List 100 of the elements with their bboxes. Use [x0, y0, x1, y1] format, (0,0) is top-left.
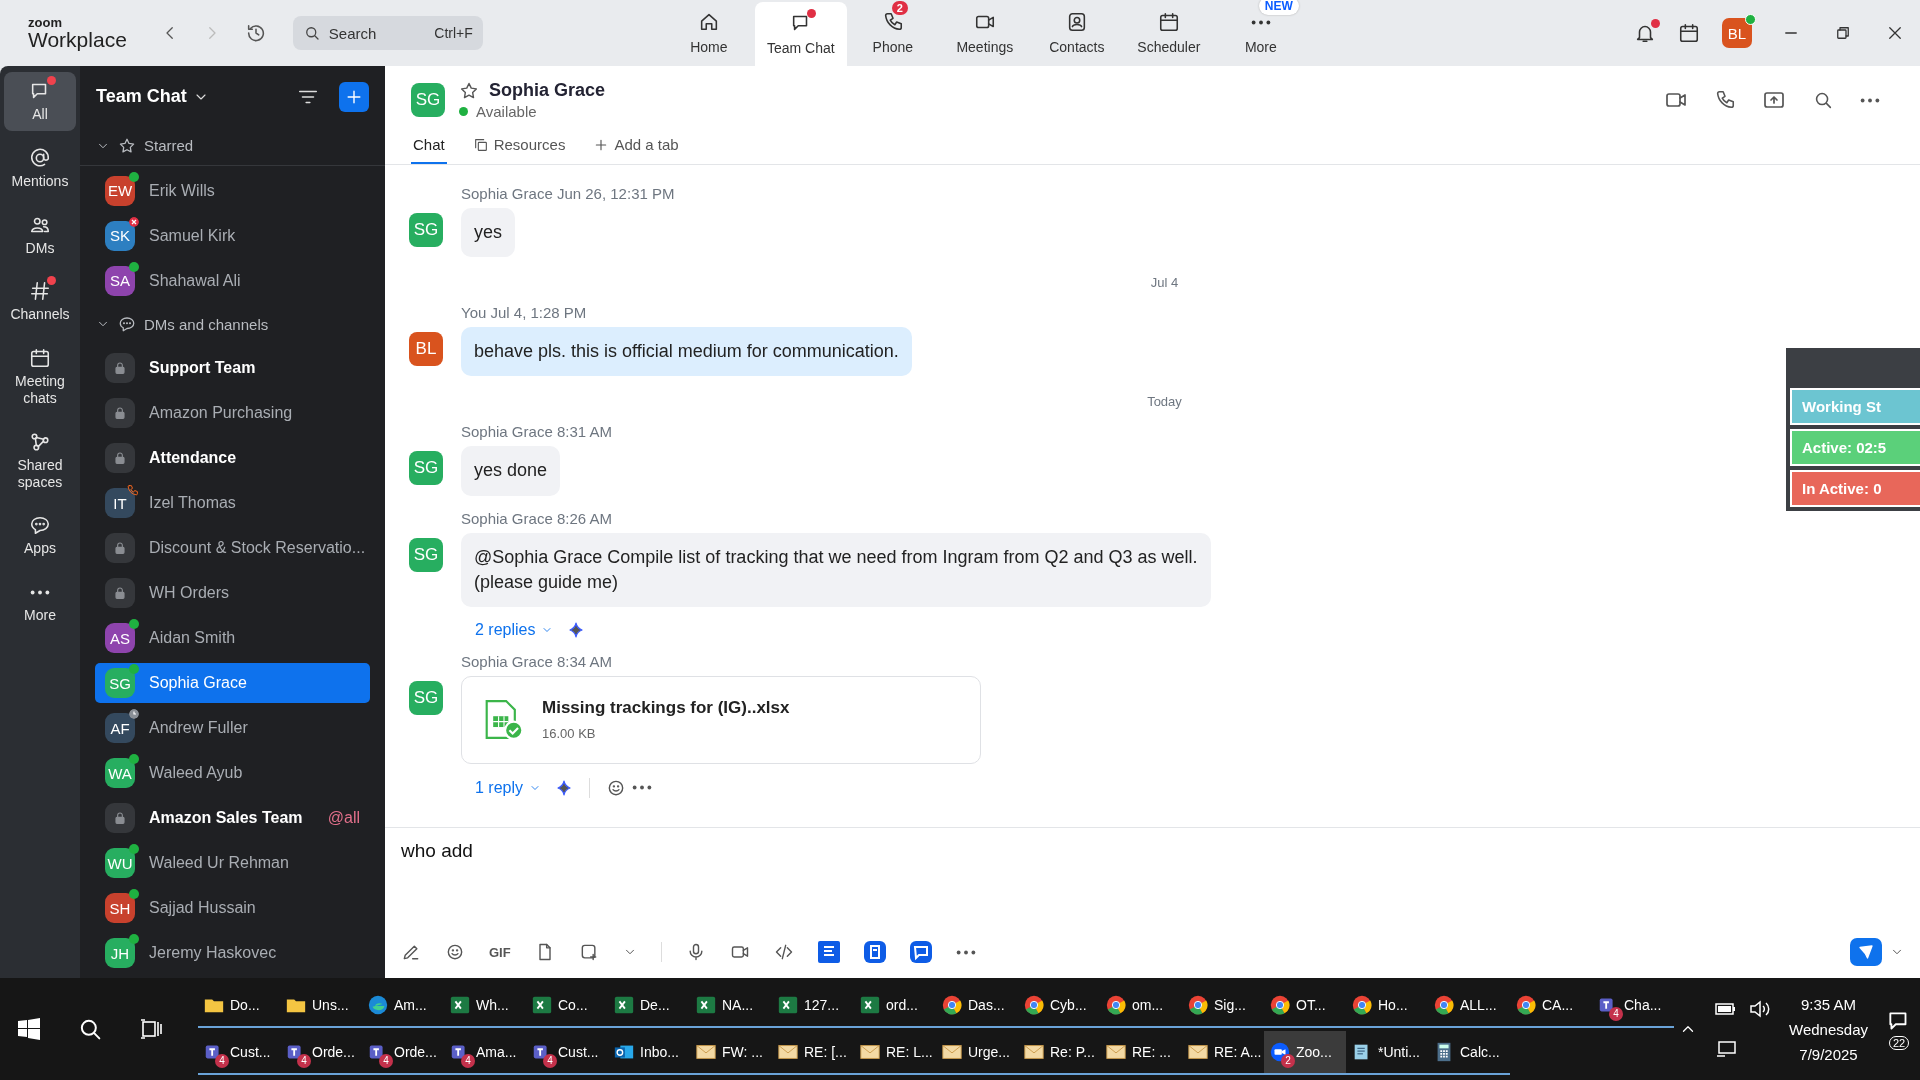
code-icon[interactable] [773, 942, 794, 962]
taskbar-app[interactable]: NA... [690, 983, 772, 1028]
rail-item[interactable]: Apps [4, 506, 76, 566]
conversation-item[interactable]: Attendance [95, 438, 370, 478]
taskbar-app[interactable]: *Unti... [1346, 1030, 1428, 1075]
rail-item[interactable]: Meeting chats [4, 339, 76, 415]
taskbar-app[interactable]: 4 Orde... [280, 1030, 362, 1075]
replies-link[interactable]: 1 reply [475, 778, 524, 797]
replies-link[interactable]: 2 replies [475, 620, 536, 639]
conversation-item[interactable]: WA Waleed Ayub [95, 753, 370, 793]
chat-tab[interactable]: Chat [411, 130, 447, 164]
more-icon[interactable] [1860, 97, 1880, 103]
conversation-item[interactable]: JH Jeremy Haskovec [95, 933, 370, 973]
section-header[interactable]: Starred [80, 127, 385, 166]
conversation-item[interactable]: SK Samuel Kirk [95, 215, 370, 256]
taskbar-app[interactable]: FW: ... [690, 1030, 772, 1075]
taskbar-app[interactable]: ALL... [1428, 983, 1510, 1028]
app-icon[interactable] [817, 941, 840, 963]
taskbar-app[interactable]: 2 Zoo... [1264, 1030, 1346, 1075]
taskbar-app[interactable]: Re: P... [1018, 1030, 1100, 1075]
send-button[interactable] [1850, 938, 1882, 966]
taskbar-app[interactable]: Urge... [936, 1030, 1018, 1075]
conversation-item[interactable]: WU Waleed Ur Rehman [95, 843, 370, 883]
conversation-item[interactable]: WH Orders [95, 573, 370, 613]
taskbar-app[interactable]: Uns... [280, 983, 362, 1028]
nav-tab[interactable]: Home [662, 0, 755, 66]
taskbar-app[interactable]: De... [608, 983, 690, 1028]
conversation-item[interactable]: AF Andrew Fuller [95, 708, 370, 748]
conversation-item[interactable]: SA Shahawal Ali [95, 260, 370, 301]
taskbar-app[interactable]: Do... [198, 983, 280, 1028]
calendar-icon[interactable] [1678, 22, 1700, 44]
format-icon[interactable] [401, 942, 421, 962]
taskbar-app[interactable]: CA... [1510, 983, 1592, 1028]
more-icon[interactable] [955, 949, 976, 955]
taskbar-app[interactable]: RE: [... [772, 1030, 854, 1075]
nav-tab[interactable]: 2 Phone [846, 0, 939, 66]
gif-button[interactable]: GIF [489, 944, 511, 960]
taskbar-app[interactable]: Am... [362, 983, 444, 1028]
nav-tab[interactable]: Scheduler [1122, 0, 1215, 66]
taskbar-app[interactable]: 4 Cust... [198, 1030, 280, 1075]
new-chat-button[interactable] [339, 81, 369, 112]
taskbar-app[interactable]: Ho... [1346, 983, 1428, 1028]
count-badge: 4 [543, 1053, 557, 1068]
section-header[interactable]: DMs and channels [80, 305, 385, 343]
rail-item[interactable]: All [4, 72, 76, 131]
battery-icon[interactable] [1715, 1000, 1738, 1018]
conversation-item[interactable]: Amazon Sales Team @all [95, 798, 370, 838]
rail-item[interactable]: More [4, 573, 76, 632]
taskbar-app[interactable]: Sig... [1182, 983, 1264, 1028]
taskbar-app[interactable]: Calc... [1428, 1030, 1510, 1075]
taskbar-app[interactable]: Co... [526, 983, 608, 1028]
conversation-item[interactable]: AS Aidan Smith [95, 618, 370, 658]
chat-tab[interactable]: Resources [470, 130, 568, 164]
conversation-item[interactable]: Support Team [95, 348, 370, 388]
app-icon[interactable] [863, 941, 886, 963]
phone-call-icon[interactable] [1714, 89, 1736, 111]
rail-item[interactable]: DMs [4, 205, 76, 265]
speaker-icon[interactable] [1749, 1000, 1772, 1018]
taskbar-app[interactable]: 4 Orde... [362, 1030, 444, 1075]
nav-tab[interactable]: Contacts [1030, 0, 1123, 66]
network-icon[interactable] [1715, 1040, 1738, 1058]
taskbar-app[interactable]: RE: L... [854, 1030, 936, 1075]
taskbar-app[interactable]: 4 Cha... [1592, 983, 1674, 1028]
taskbar-app[interactable]: Cyb... [1018, 983, 1100, 1028]
conversation-item[interactable]: SG Sophia Grace [95, 663, 370, 703]
chat-tab[interactable]: Add a tab [591, 130, 681, 164]
favorite-star-icon[interactable] [459, 80, 479, 101]
conversation-item[interactable]: Amazon Purchasing [95, 393, 370, 433]
windows-start-icon[interactable] [18, 1018, 40, 1040]
taskbar-app[interactable]: OT... [1264, 983, 1346, 1028]
rail-item[interactable]: Shared spaces [4, 422, 76, 499]
taskbar-app[interactable]: 4 Cust... [526, 1030, 608, 1075]
taskbar-app[interactable]: om... [1100, 983, 1182, 1028]
close-button[interactable] [1886, 24, 1904, 42]
taskbar-app[interactable]: 4 Ama... [444, 1030, 526, 1075]
file-card[interactable]: Missing trackings for (IG)..xlsx 16.00 KB [461, 675, 981, 764]
status-label: Active: 02:5 [1790, 429, 1920, 466]
emoji-icon[interactable] [445, 942, 465, 962]
rail-item[interactable]: Channels [4, 272, 76, 332]
taskbar-app[interactable]: 127... [772, 983, 854, 1028]
taskbar-app[interactable]: Das... [936, 983, 1018, 1028]
nav-tab[interactable]: Meetings [938, 0, 1031, 66]
taskbar-app[interactable]: Wh... [444, 983, 526, 1028]
conversation-item[interactable]: EW Erik Wills [95, 170, 370, 211]
nav-tab[interactable]: NEW More [1214, 0, 1307, 66]
restore-button[interactable] [1834, 24, 1852, 42]
taskbar-app[interactable]: ord... [854, 983, 936, 1028]
rail-item[interactable]: Mentions [4, 138, 76, 198]
conversation-item[interactable]: Discount & Stock Reservatio... [95, 528, 370, 568]
taskbar-app[interactable]: RE: ... [1100, 1030, 1182, 1075]
nav-tab[interactable]: Team Chat [754, 2, 847, 66]
taskbar-app[interactable]: Inbo... [608, 1030, 690, 1075]
star-icon [118, 136, 136, 155]
more-icon[interactable] [632, 785, 653, 791]
conversation-item[interactable]: IT Izel Thomas [95, 483, 370, 523]
task-view-icon[interactable] [140, 1018, 162, 1040]
lock-icon [112, 360, 128, 376]
shortcut-hint: Ctrl+F [434, 25, 473, 41]
app-icon[interactable] [909, 941, 932, 963]
conversation-item[interactable]: SH Sajjad Hussain [95, 888, 370, 928]
